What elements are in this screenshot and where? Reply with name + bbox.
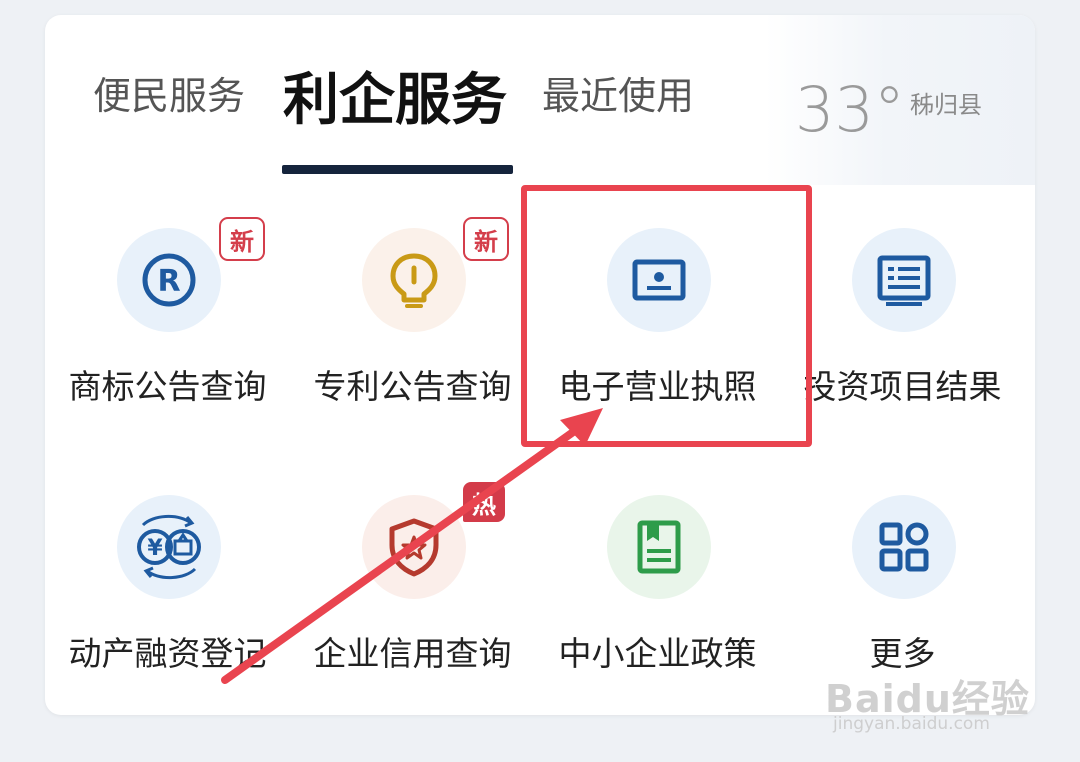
baidu-jingyan-watermark: Baidu经验 jingyan.baidu.com xyxy=(825,668,1030,734)
watermark-url: jingyan.baidu.com xyxy=(833,714,990,734)
annotation-arrow xyxy=(221,408,603,684)
